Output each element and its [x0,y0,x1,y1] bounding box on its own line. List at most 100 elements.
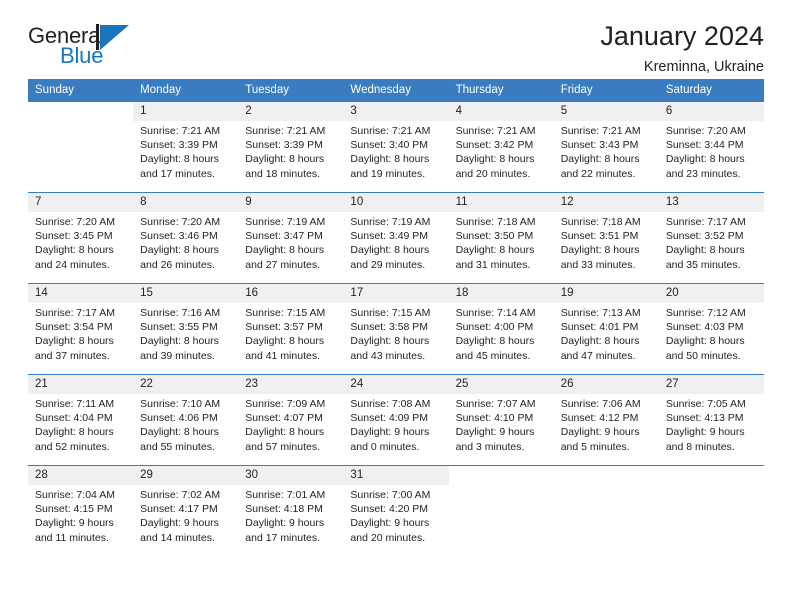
calendar-week-row: 1 Sunrise: 7:21 AM Sunset: 3:39 PM Daylight… [28,101,764,193]
day-cell[interactable]: 23 Sunrise: 7:09 AM Sunset: 4:07 PM Dayligh… [238,375,344,465]
day-detail-daylight1: Daylight: 8 hours [350,153,430,166]
day-number: 1 [133,102,239,121]
calendar-cell: 21 Sunrise: 7:11 AM Sunset: 4:04 PM Dayligh… [28,374,134,466]
day-number: 5 [553,102,659,121]
day-cell[interactable]: 31 Sunrise: 7:00 AM Sunset: 4:20 PM Dayligh… [343,466,449,556]
day-details: Sunrise: 7:19 AM Sunset: 3:47 PM Daylight:… [238,212,343,272]
calendar-cell [28,101,134,193]
day-number: 20 [658,284,764,303]
day-detail-daylight2: and 39 minutes. [140,349,215,362]
day-number: 11 [448,193,554,212]
brand-logo[interactable]: General Blue [28,22,158,74]
day-cell[interactable]: 14 Sunrise: 7:17 AM Sunset: 3:54 PM Dayligh… [28,284,134,374]
day-detail-sunrise: Sunrise: 7:20 AM [140,216,221,228]
day-cell[interactable]: 22 Sunrise: 7:10 AM Sunset: 4:06 PM Dayligh… [133,375,239,465]
day-details: Sunrise: 7:21 AM Sunset: 3:39 PM Daylight:… [133,121,238,181]
day-detail-sunrise: Sunrise: 7:02 AM [140,489,221,501]
day-cell[interactable]: 13 Sunrise: 7:17 AM Sunset: 3:52 PM Dayligh… [658,193,764,283]
day-cell[interactable]: 19 Sunrise: 7:13 AM Sunset: 4:01 PM Dayligh… [553,284,659,374]
day-number: 14 [28,284,134,303]
day-number [448,466,554,485]
day-cell[interactable]: 8 Sunrise: 7:20 AM Sunset: 3:46 PM Daylight… [133,193,239,283]
day-detail-daylight2: and 23 minutes. [665,167,741,180]
page-header: General Blue January 2024 Kreminna, Ukra… [28,0,764,74]
day-cell[interactable]: 21 Sunrise: 7:11 AM Sunset: 4:04 PM Dayligh… [28,375,134,465]
day-detail-daylight2: and 3 minutes. [455,440,525,453]
day-cell[interactable]: 20 Sunrise: 7:12 AM Sunset: 4:03 PM Dayligh… [658,284,764,374]
day-detail-sunset: Sunset: 3:57 PM [245,321,323,334]
day-details: Sunrise: 7:09 AM Sunset: 4:07 PM Daylight:… [238,394,343,454]
day-details: Sunrise: 7:08 AM Sunset: 4:09 PM Daylight:… [343,394,448,454]
day-cell[interactable]: 29 Sunrise: 7:02 AM Sunset: 4:17 PM Dayligh… [133,466,239,556]
day-cell[interactable]: 17 Sunrise: 7:15 AM Sunset: 3:58 PM Dayligh… [343,284,449,374]
day-cell[interactable]: 24 Sunrise: 7:08 AM Sunset: 4:09 PM Dayligh… [343,375,449,465]
day-detail-sunrise: Sunrise: 7:17 AM [35,307,115,319]
day-details: Sunrise: 7:20 AM Sunset: 3:46 PM Daylight:… [133,212,238,272]
calendar-cell: 6 Sunrise: 7:20 AM Sunset: 3:44 PM Daylight… [658,101,764,193]
day-cell[interactable]: 26 Sunrise: 7:06 AM Sunset: 4:12 PM Dayligh… [553,375,659,465]
day-cell[interactable]: 1 Sunrise: 7:21 AM Sunset: 3:39 PM Daylight… [133,102,239,192]
day-cell[interactable]: 3 Sunrise: 7:21 AM Sunset: 3:40 PM Daylight… [343,102,449,192]
day-cell[interactable]: 18 Sunrise: 7:14 AM Sunset: 4:00 PM Dayligh… [448,284,554,374]
day-cell[interactable]: 11 Sunrise: 7:18 AM Sunset: 3:50 PM Dayligh… [448,193,554,283]
calendar-cell: 3 Sunrise: 7:21 AM Sunset: 3:40 PM Daylight… [343,101,449,193]
calendar-cell: 19 Sunrise: 7:13 AM Sunset: 4:01 PM Dayligh… [553,283,659,375]
day-cell[interactable]: 7 Sunrise: 7:20 AM Sunset: 3:45 PM Daylight… [28,193,134,283]
day-detail-daylight2: and 20 minutes. [455,167,531,180]
day-cell[interactable]: 25 Sunrise: 7:07 AM Sunset: 4:10 PM Dayligh… [448,375,554,465]
day-detail-daylight1: Daylight: 9 hours [665,426,745,439]
day-cell[interactable]: 27 Sunrise: 7:05 AM Sunset: 4:13 PM Dayligh… [658,375,764,465]
day-details: Sunrise: 7:15 AM Sunset: 3:57 PM Daylight:… [238,303,343,363]
day-cell[interactable]: 5 Sunrise: 7:21 AM Sunset: 3:43 PM Daylight… [553,102,659,192]
day-details: Sunrise: 7:02 AM Sunset: 4:17 PM Daylight:… [133,485,238,545]
day-cell[interactable]: 9 Sunrise: 7:19 AM Sunset: 3:47 PM Daylight… [238,193,344,283]
weekday-header-thursday: Thursday [448,79,554,102]
day-detail-sunrise: Sunrise: 7:19 AM [350,216,431,228]
day-detail-daylight2: and 14 minutes. [140,531,215,544]
day-detail-sunrise: Sunrise: 7:05 AM [665,398,746,410]
day-detail-sunrise: Sunrise: 7:04 AM [35,489,115,501]
day-number: 31 [343,466,449,485]
day-detail-daylight2: and 47 minutes. [560,349,636,362]
day-detail-daylight1: Daylight: 8 hours [245,335,325,348]
day-detail-sunset: Sunset: 3:45 PM [35,230,113,243]
calendar-cell: 14 Sunrise: 7:17 AM Sunset: 3:54 PM Dayligh… [28,283,134,375]
day-cell[interactable]: 16 Sunrise: 7:15 AM Sunset: 3:57 PM Dayligh… [238,284,344,374]
day-details: Sunrise: 7:21 AM Sunset: 3:42 PM Daylight:… [449,121,554,181]
day-number: 19 [553,284,659,303]
day-detail-daylight1: Daylight: 8 hours [140,426,219,439]
day-cell[interactable]: 10 Sunrise: 7:19 AM Sunset: 3:49 PM Dayligh… [343,193,449,283]
day-detail-daylight2: and 22 minutes. [560,167,636,180]
calendar-cell: 29 Sunrise: 7:02 AM Sunset: 4:17 PM Dayligh… [133,465,239,556]
day-cell[interactable]: 12 Sunrise: 7:18 AM Sunset: 3:51 PM Dayligh… [553,193,659,283]
calendar-cell [658,465,764,556]
day-detail-daylight1: Daylight: 8 hours [665,153,745,166]
calendar-cell: 1 Sunrise: 7:21 AM Sunset: 3:39 PM Daylight… [133,101,239,193]
day-detail-daylight1: Daylight: 8 hours [560,244,640,257]
day-cell[interactable]: 28 Sunrise: 7:04 AM Sunset: 4:15 PM Dayligh… [28,466,134,556]
day-detail-daylight1: Daylight: 9 hours [350,426,430,439]
day-detail-daylight1: Daylight: 8 hours [35,426,114,439]
day-details: Sunrise: 7:11 AM Sunset: 4:04 PM Daylight:… [28,394,133,454]
day-number [28,102,134,121]
day-cell[interactable]: 2 Sunrise: 7:21 AM Sunset: 3:39 PM Daylight… [238,102,344,192]
day-detail-sunset: Sunset: 4:20 PM [350,503,429,516]
day-cell[interactable]: 15 Sunrise: 7:16 AM Sunset: 3:55 PM Dayligh… [133,284,239,374]
day-detail-daylight1: Daylight: 8 hours [140,244,219,257]
day-detail-daylight1: Daylight: 8 hours [455,335,535,348]
day-detail-sunrise: Sunrise: 7:21 AM [455,125,536,137]
day-cell[interactable]: 6 Sunrise: 7:20 AM Sunset: 3:44 PM Daylight… [658,102,764,192]
calendar-cell: 28 Sunrise: 7:04 AM Sunset: 4:15 PM Dayligh… [28,465,134,556]
calendar-table: Sunday Monday Tuesday Wednesday Thursday… [28,79,764,556]
day-detail-daylight2: and 26 minutes. [140,258,215,271]
calendar-cell: 30 Sunrise: 7:01 AM Sunset: 4:18 PM Dayligh… [238,465,344,556]
day-cell[interactable]: 4 Sunrise: 7:21 AM Sunset: 3:42 PM Daylight… [448,102,554,192]
day-detail-sunrise: Sunrise: 7:10 AM [140,398,221,410]
day-number: 24 [343,375,449,394]
day-cell[interactable]: 30 Sunrise: 7:01 AM Sunset: 4:18 PM Dayligh… [238,466,344,556]
day-detail-daylight1: Daylight: 9 hours [350,517,430,530]
day-detail-daylight2: and 31 minutes. [455,258,531,271]
calendar-week-row: 14 Sunrise: 7:17 AM Sunset: 3:54 PM Dayligh… [28,283,764,375]
day-detail-sunrise: Sunrise: 7:18 AM [560,216,641,228]
logo-triangle-shape [100,25,129,50]
